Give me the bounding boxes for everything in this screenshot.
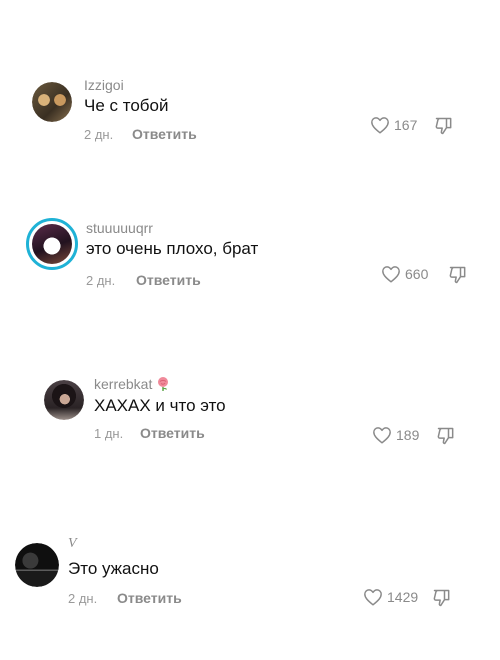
heart-outline-icon [373,427,391,444]
avatar[interactable] [26,218,78,270]
rose-emoji-icon [158,377,169,391]
comment-timestamp: 2 дн. [84,127,114,142]
reply-button[interactable]: Ответить [140,425,205,441]
comment-text: ХАХАХ и что это [94,396,226,415]
like-count: 660 [405,266,429,282]
username-text: kerrebkat [94,376,153,392]
comment-item: V Это ужасно 2 дн. Ответить 1429 [0,535,500,625]
like-button[interactable]: 1429 [363,588,418,606]
avatar[interactable] [15,543,59,587]
like-count: 1429 [387,589,419,605]
avatar[interactable] [44,380,84,420]
thumbs-down-outline-icon [449,266,466,284]
comment-username[interactable]: stuuuuuqrr [86,220,153,236]
comment-timestamp: 2 дн. [86,273,116,288]
comment-item: stuuuuuqrr это очень плохо, брат 2 дн. О… [0,215,500,305]
comment-item: Izzigoi Че с тобой 2 дн. Ответить 167 [0,72,500,162]
comment-username[interactable]: kerrebkat [94,376,171,392]
dislike-button[interactable] [448,265,468,285]
heart-outline-icon [382,266,400,283]
dislike-button[interactable] [432,588,452,608]
avatar[interactable] [32,82,72,122]
comment-username[interactable]: Izzigoi [84,77,124,93]
comment-timestamp: 2 дн. [68,591,98,606]
comment-username[interactable]: V [68,536,77,552]
reply-button[interactable]: Ответить [136,272,201,288]
like-button[interactable]: 189 [372,426,419,444]
comment-timestamp: 1 дн. [94,426,124,441]
heart-outline-icon [371,117,389,134]
like-button[interactable]: 167 [370,116,417,134]
dislike-button[interactable] [436,426,456,446]
comment-text: Это ужасно [68,559,159,578]
like-count: 167 [394,117,418,133]
comment-text: это очень плохо, брат [86,239,259,258]
thumbs-down-outline-icon [435,117,452,135]
dislike-button[interactable] [434,116,454,136]
thumbs-down-outline-icon [433,589,450,607]
reply-button[interactable]: Ответить [117,590,182,606]
like-button[interactable]: 660 [381,265,428,283]
like-count: 189 [396,427,420,443]
comment-item: kerrebkat ХАХАХ и что это 1 дн. Ответить… [0,372,500,462]
reply-button[interactable]: Ответить [132,126,197,142]
comment-text: Че с тобой [84,96,169,115]
thumbs-down-outline-icon [437,427,454,445]
heart-outline-icon [364,589,382,606]
